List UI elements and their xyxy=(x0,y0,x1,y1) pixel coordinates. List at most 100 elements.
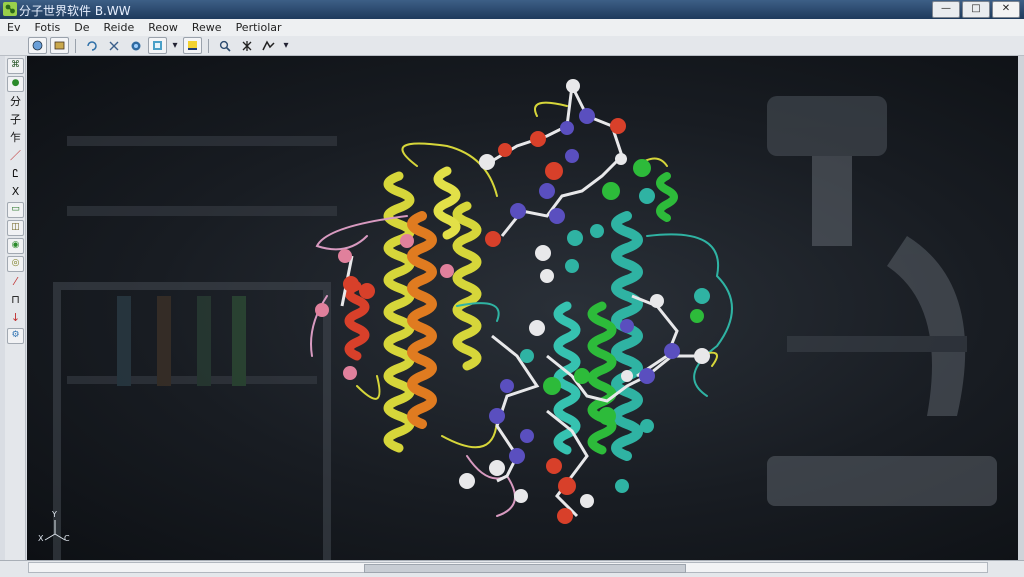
toolbar-divider xyxy=(75,38,76,53)
bond-tool-icon[interactable]: ／ xyxy=(7,148,24,164)
save-icon[interactable] xyxy=(50,37,69,54)
atom-purple xyxy=(579,108,595,124)
atom-white xyxy=(514,489,528,503)
atom-pink xyxy=(400,234,414,248)
chevron-down-icon[interactable]: ▾ xyxy=(170,37,180,54)
settings-gear-icon[interactable]: ⚙ xyxy=(7,328,24,344)
view-icon[interactable] xyxy=(148,37,167,54)
ring-icon[interactable]: ▭ xyxy=(7,202,24,218)
atom-icon[interactable] xyxy=(126,37,145,54)
atom-white xyxy=(459,473,475,489)
atom-green xyxy=(574,368,590,384)
cylinder-icon[interactable]: ◫ xyxy=(7,220,24,236)
arrow-down-icon[interactable]: ↓ xyxy=(7,310,24,326)
atom-purple xyxy=(509,448,525,464)
atom-red xyxy=(545,162,563,180)
atom-white xyxy=(529,320,545,336)
scrollbar-thumb[interactable] xyxy=(364,564,686,573)
window-controls: — □ ✕ xyxy=(932,1,1020,18)
line-tool-icon[interactable]: ⁄ xyxy=(7,274,24,290)
atom-teal xyxy=(640,419,654,433)
zoom-icon[interactable] xyxy=(215,37,234,54)
helix-yellow-3 xyxy=(433,166,461,240)
close-button[interactable]: ✕ xyxy=(992,1,1020,18)
atom-teal xyxy=(639,188,655,204)
pointer-icon[interactable]: ⌘ xyxy=(7,58,24,74)
menu-item-fotis[interactable]: Fotis xyxy=(27,21,67,34)
main-toolbar: ▾ ▾ xyxy=(0,36,1024,56)
protein-render xyxy=(44,79,997,560)
helix-yellow-2 xyxy=(452,201,482,371)
atom-green xyxy=(690,309,704,323)
atom-green xyxy=(633,159,651,177)
atom-teal xyxy=(565,259,579,273)
axis-label-x: X xyxy=(38,534,44,543)
measure-icon[interactable] xyxy=(104,37,123,54)
atom-purple xyxy=(639,368,655,384)
atom-purple xyxy=(549,208,565,224)
menu-item-de[interactable]: De xyxy=(67,21,96,34)
atom-red xyxy=(558,477,576,495)
atom-pink xyxy=(338,249,352,263)
atom-purple xyxy=(565,149,579,163)
tool-label-box[interactable]: ⊓ xyxy=(7,292,24,308)
atom-purple xyxy=(664,343,680,359)
axis-label-y: Y xyxy=(52,510,57,519)
maximize-button[interactable]: □ xyxy=(962,1,990,18)
application-window: 分子世界软件 B.WW — □ ✕ Ev Fotis De Reide Reow… xyxy=(0,0,1024,577)
atom-pink xyxy=(440,264,454,278)
atom-red xyxy=(557,508,573,524)
atom-red xyxy=(343,276,359,292)
atom-teal xyxy=(694,288,710,304)
atom-white xyxy=(535,245,551,261)
menu-item-ev[interactable]: Ev xyxy=(0,21,27,34)
open-icon[interactable] xyxy=(28,37,47,54)
mode-icon[interactable] xyxy=(259,37,278,54)
atom-white xyxy=(580,494,594,508)
rotate-icon[interactable] xyxy=(82,37,101,54)
tool-label-zi[interactable]: 子 xyxy=(7,112,24,128)
atom-purple xyxy=(489,408,505,424)
menu-item-pertiolar[interactable]: Pertiolar xyxy=(229,21,289,34)
molecular-viewport[interactable]: Y X C xyxy=(27,56,1018,560)
atom-pink xyxy=(315,303,329,317)
right-border xyxy=(1018,56,1024,560)
molecule-icon[interactable]: ● xyxy=(7,76,24,92)
horizontal-scrollbar[interactable] xyxy=(28,562,988,573)
tool-label-fen[interactable]: 分 xyxy=(7,94,24,110)
helix-green-2 xyxy=(656,172,678,222)
atoms xyxy=(315,79,710,524)
helix-green-1 xyxy=(587,301,617,455)
atom-white xyxy=(615,153,627,165)
atom-red xyxy=(610,118,626,134)
axis-label-z: C xyxy=(64,534,70,543)
atom-white xyxy=(489,460,505,476)
atom-white xyxy=(694,348,710,364)
atom-green xyxy=(602,182,620,200)
tool-label-zha[interactable]: 乍 xyxy=(7,130,24,146)
atom-red xyxy=(498,143,512,157)
atom-white xyxy=(621,370,633,382)
highlight-icon[interactable] xyxy=(183,37,202,54)
atom-purple xyxy=(539,183,555,199)
surface-icon[interactable]: ◎ xyxy=(7,256,24,272)
app-logo-icon xyxy=(3,2,17,16)
atom-teal xyxy=(520,349,534,363)
sphere-icon[interactable]: ◉ xyxy=(7,238,24,254)
chevron-down-icon[interactable]: ▾ xyxy=(281,37,291,54)
select-icon[interactable] xyxy=(237,37,256,54)
menu-item-rewe[interactable]: Rewe xyxy=(185,21,229,34)
minimize-button[interactable]: — xyxy=(932,1,960,18)
atom-teal xyxy=(567,230,583,246)
menu-bar: Ev Fotis De Reide Reow Rewe Pertiolar xyxy=(0,19,1024,37)
menu-item-reide[interactable]: Reide xyxy=(96,21,141,34)
atom-white xyxy=(540,269,554,283)
atom-purple xyxy=(620,319,634,333)
left-toolbox: ⌘ ● 分 子 乍 ／ Ꮭ Ⅹ ▭ ◫ ◉ ◎ ⁄ ⊓ ↓ ⚙ xyxy=(5,56,26,560)
tool-label-x[interactable]: Ⅹ xyxy=(7,184,24,200)
tool-label-chevron[interactable]: Ꮭ xyxy=(7,166,24,182)
atom-purple xyxy=(500,379,514,393)
background-lab-scene xyxy=(53,96,997,560)
atom-purple xyxy=(520,429,534,443)
menu-item-reow[interactable]: Reow xyxy=(141,21,185,34)
